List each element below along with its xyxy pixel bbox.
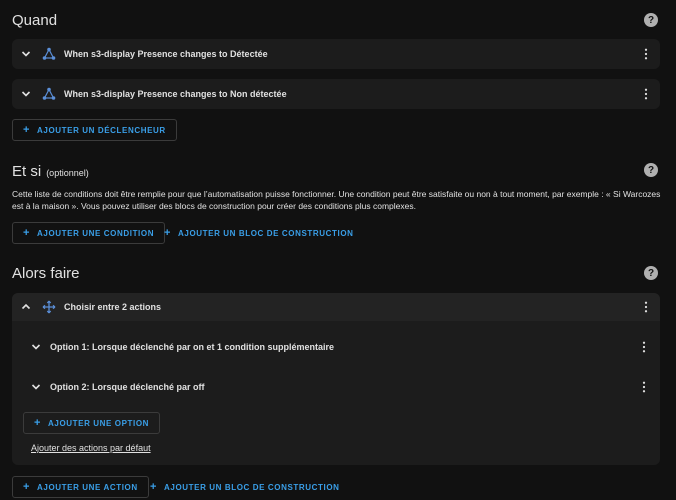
add-building-block-action-button[interactable]: + AJOUTER UN BLOC DE CONSTRUCTION bbox=[150, 476, 340, 498]
plus-icon: + bbox=[23, 227, 31, 239]
plus-icon: + bbox=[164, 227, 172, 239]
option-row-2[interactable]: Option 2: Lorsque déclenché par off bbox=[30, 375, 650, 399]
section-title-quand: Quand bbox=[12, 12, 58, 29]
chevron-down-icon[interactable] bbox=[30, 381, 42, 393]
help-icon[interactable]: ? bbox=[644, 13, 658, 27]
help-icon[interactable]: ? bbox=[644, 163, 658, 177]
plus-icon: + bbox=[34, 417, 42, 429]
option-label: Option 2: Lorsque déclenché par off bbox=[50, 382, 205, 392]
trigger-label: When s3-display Presence changes to Non … bbox=[64, 89, 287, 99]
help-icon[interactable]: ? bbox=[644, 266, 658, 280]
add-condition-button[interactable]: + AJOUTER UNE CONDITION bbox=[12, 222, 166, 244]
add-default-actions-link[interactable]: Ajouter des actions par défaut bbox=[31, 443, 151, 453]
add-action-button[interactable]: + AJOUTER UNE ACTION bbox=[12, 476, 149, 498]
trigger-card-2[interactable]: When s3-display Presence changes to Non … bbox=[12, 79, 660, 109]
chevron-up-icon[interactable] bbox=[20, 301, 32, 313]
section-title-etsi: Et si (optionnel) bbox=[12, 163, 89, 180]
more-vert-icon[interactable] bbox=[638, 340, 650, 354]
section-title-alors: Alors faire bbox=[12, 265, 80, 282]
plus-icon: + bbox=[150, 481, 158, 493]
more-vert-icon[interactable] bbox=[640, 87, 652, 101]
more-vert-icon[interactable] bbox=[640, 300, 652, 314]
add-trigger-button[interactable]: + AJOUTER UN DÉCLENCHEUR bbox=[12, 119, 177, 141]
add-building-block-condition-button[interactable]: + AJOUTER UN BLOC DE CONSTRUCTION bbox=[164, 222, 354, 244]
option-row-1[interactable]: Option 1: Lorsque déclenché par on et 1 … bbox=[30, 335, 650, 359]
add-option-button[interactable]: + AJOUTER UNE OPTION bbox=[23, 412, 161, 434]
choose-action-label: Choisir entre 2 actions bbox=[64, 302, 162, 312]
chevron-down-icon[interactable] bbox=[30, 341, 42, 353]
plus-icon: + bbox=[23, 481, 31, 493]
option-label: Option 1: Lorsque déclenché par on et 1 … bbox=[50, 342, 335, 352]
trigger-label: When s3-display Presence changes to Déte… bbox=[64, 49, 268, 59]
chevron-down-icon[interactable] bbox=[20, 88, 32, 100]
more-vert-icon[interactable] bbox=[638, 380, 650, 394]
choose-action-icon bbox=[42, 300, 56, 314]
plus-icon: + bbox=[23, 124, 31, 136]
state-trigger-icon bbox=[42, 87, 56, 101]
trigger-card-1[interactable]: When s3-display Presence changes to Déte… bbox=[12, 39, 660, 69]
chevron-down-icon[interactable] bbox=[20, 48, 32, 60]
more-vert-icon[interactable] bbox=[640, 47, 652, 61]
state-trigger-icon bbox=[42, 47, 56, 61]
conditions-description: Cette liste de conditions doit être remp… bbox=[12, 189, 661, 211]
